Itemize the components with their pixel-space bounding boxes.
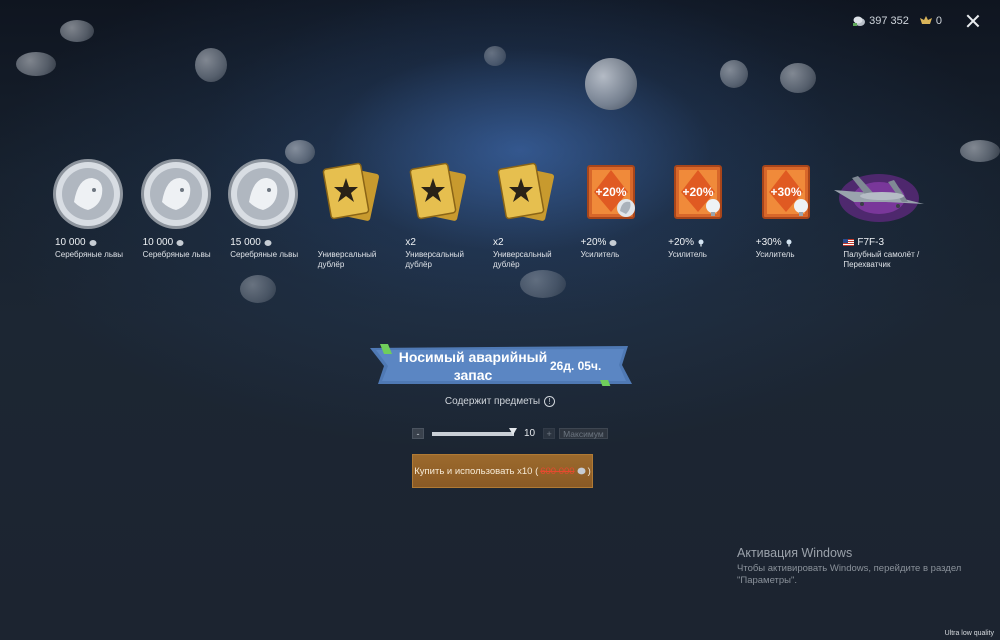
reward-item[interactable]: Универсальный дублёр (313, 156, 401, 276)
slider-track[interactable] (432, 427, 517, 436)
buy-label: Купить и использовать x10 ( (414, 465, 539, 477)
reward-amount: +20% (581, 237, 618, 248)
reward-item[interactable]: x2 Универсальный дублёр (488, 156, 576, 276)
reward-amount: x2 (405, 237, 416, 248)
decor-coin (195, 48, 227, 82)
decor-coin (240, 275, 276, 303)
silver-lions-icon (264, 239, 272, 246)
decor-coin (60, 20, 94, 42)
reward-name: Усилитель (668, 250, 707, 259)
research-bulb-icon (698, 239, 704, 246)
reward-name: Серебряные львы (230, 250, 299, 259)
silver-lions-icon (176, 239, 184, 246)
buy-closing: ) (587, 465, 591, 477)
decor-coin (960, 140, 1000, 162)
trophy-title: Носимый аварийный запас (398, 349, 548, 383)
quantity-value: 10 (524, 428, 536, 439)
buy-and-use-button[interactable]: Купить и использовать x10 ( 600 000 ) (412, 454, 593, 488)
background (0, 0, 1000, 640)
quality-label: Ultra low quality (944, 630, 994, 637)
silver-lions-value: 397 352 (869, 15, 909, 27)
universal-backup-icon (410, 162, 467, 221)
reward-name: Серебряные львы (55, 250, 123, 259)
reward-amount: 15 000 (230, 237, 272, 248)
reward-name: Универсальный дублёр (317, 250, 377, 269)
universal-backup-icon (322, 162, 379, 221)
booster-icon: +20% (586, 165, 635, 219)
reward-item[interactable]: +20% +20% Усилитель (576, 156, 664, 276)
windows-activation-title: Активация Windows (737, 546, 853, 560)
booster-badge: +20% (595, 185, 626, 199)
reward-name: Универсальный дублёр (405, 250, 464, 269)
silver-lion-coin-icon (53, 159, 123, 229)
windows-activation-text: Чтобы активировать Windows, перейдите в … (737, 563, 962, 586)
decrease-button[interactable]: - (412, 428, 424, 439)
reward-amount: 10 000 (55, 237, 97, 248)
contains-label: Содержит предметы (444, 396, 541, 407)
silver-lions-icon (89, 239, 97, 246)
reward-amount: x2 (492, 237, 504, 248)
slider-thumb[interactable] (509, 427, 517, 435)
reward-item[interactable]: 15 000 Серебряные львы (225, 156, 313, 276)
decor-coin (16, 52, 56, 76)
reward-name: Серебряные львы (142, 250, 211, 259)
reward-name: Усилитель (755, 250, 795, 259)
silver-lions-balance: 397 352 (852, 15, 909, 27)
booster-icon: +30% (761, 165, 810, 219)
reward-item[interactable]: +20% +20% Усилитель (663, 156, 751, 276)
silver-lions-icon (609, 239, 617, 246)
reward-amount: +20% (668, 237, 705, 248)
contains-items[interactable]: Содержит предметы ! (0, 396, 1000, 407)
reward-amount: 10 000 (143, 237, 185, 248)
reward-amount: F7F-3 (843, 237, 884, 248)
decor-coin (780, 63, 816, 93)
silver-lions-icon (577, 467, 586, 475)
booster-icon: +20% (674, 165, 723, 219)
decor-coin (720, 60, 748, 88)
reward-name: Усилитель (580, 250, 620, 259)
golden-eagle-icon (919, 16, 932, 24)
silver-lion-coin-icon (140, 159, 211, 229)
decor-coin (585, 58, 637, 110)
reward-item[interactable]: 10 000 Серебряные львы (50, 156, 138, 276)
info-icon[interactable]: ! (544, 396, 556, 407)
reward-amount: +30% (756, 237, 793, 248)
usa-flag-icon (843, 239, 855, 246)
booster-badge: +30% (770, 185, 801, 199)
silver-lions-icon (853, 16, 866, 26)
booster-badge: +20% (683, 185, 714, 199)
quantity-slider: - 10 + Максимум (412, 427, 608, 439)
reward-item[interactable]: x2 Универсальный дублёр (400, 156, 488, 276)
reward-name: Палубный самолёт / Перехватчик (843, 250, 920, 269)
buy-price: 600 000 (540, 465, 575, 477)
aircraft-icon (834, 174, 925, 222)
trophy-title-banner: Носимый аварийный запас 26д. 05ч. (370, 344, 632, 386)
research-bulb-icon (786, 239, 792, 246)
rewards-row: 10 000 Серебряные львы 10 000 Серебряные… (50, 156, 948, 276)
golden-eagles-value: 0 (935, 15, 942, 27)
decor-coin (484, 46, 506, 66)
increase-button[interactable]: + (543, 428, 556, 439)
reward-name: Универсальный дублёр (492, 250, 552, 269)
universal-backup-icon (497, 162, 554, 221)
silver-lion-coin-icon (228, 159, 299, 229)
time-left: 26д. 05ч. (550, 359, 602, 373)
reward-item[interactable]: 10 000 Серебряные львы (138, 156, 226, 276)
golden-eagles-balance: 0 (919, 15, 942, 27)
close-icon[interactable] (964, 12, 982, 30)
max-button[interactable]: Максимум (559, 428, 608, 439)
reward-item[interactable]: F7F-3 Палубный самолёт / Перехватчик (834, 156, 948, 276)
currency-bar: 397 352 0 (852, 12, 982, 30)
